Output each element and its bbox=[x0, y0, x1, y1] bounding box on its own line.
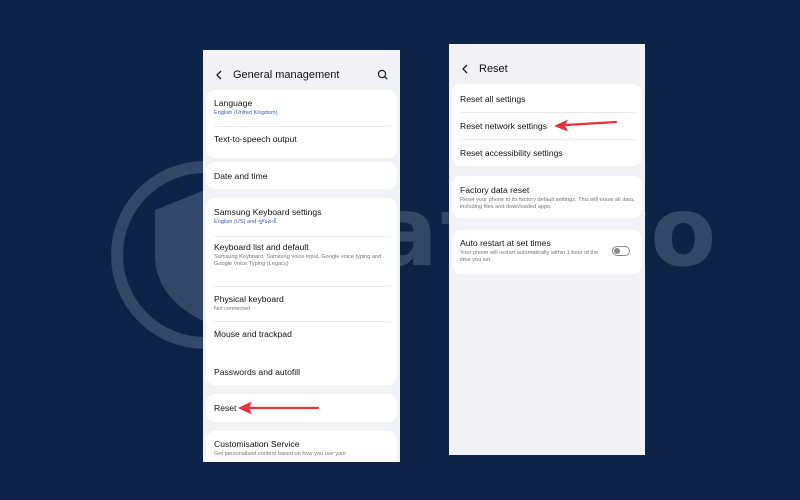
item-title: Factory data reset bbox=[460, 185, 530, 195]
back-button[interactable] bbox=[211, 65, 227, 85]
item-title: Samsung Keyboard settings bbox=[214, 207, 322, 217]
settings-group-2: Date and time bbox=[206, 162, 397, 189]
item-title: Text-to-speech output bbox=[214, 134, 297, 144]
auto-restart-group: Auto restart at set times Your phone wil… bbox=[452, 230, 642, 274]
item-title: Reset accessibility settings bbox=[460, 148, 563, 158]
search-button[interactable] bbox=[376, 68, 390, 82]
list-item-passwords-autofill[interactable]: Passwords and autofill bbox=[206, 367, 397, 377]
settings-group-6: Customisation Service Get personalised c… bbox=[206, 431, 397, 462]
divider bbox=[214, 286, 391, 287]
divider bbox=[214, 126, 391, 127]
list-item-date-time[interactable]: Date and time bbox=[206, 171, 397, 181]
item-title: Language bbox=[214, 98, 253, 108]
list-item-physical-keyboard[interactable]: Physical keyboard Not connected bbox=[206, 294, 397, 313]
settings-group-4: Passwords and autofill bbox=[206, 358, 397, 385]
factory-reset-group: Factory data reset Reset your phone to i… bbox=[452, 176, 642, 218]
item-title: Date and time bbox=[214, 171, 268, 181]
item-subtitle: Reset your phone to its factory default … bbox=[460, 197, 635, 210]
list-item-text-to-speech[interactable]: Text-to-speech output bbox=[206, 134, 397, 144]
item-subtitle: Your phone will restart automatically wi… bbox=[460, 250, 599, 263]
page-title: General management bbox=[233, 69, 340, 81]
item-subtitle: Not connected bbox=[214, 306, 251, 312]
back-arrow-icon bbox=[462, 64, 468, 74]
divider bbox=[460, 139, 636, 140]
item-title: Reset all settings bbox=[460, 94, 526, 104]
list-item-reset-all-settings[interactable]: Reset all settings bbox=[452, 94, 642, 104]
item-title: Passwords and autofill bbox=[214, 367, 300, 377]
item-title: Physical keyboard bbox=[214, 294, 284, 304]
red-arrow-annotation bbox=[238, 401, 320, 415]
red-arrow-annotation bbox=[554, 119, 618, 132]
list-item-keyboard-list[interactable]: Keyboard list and default Samsung Keyboa… bbox=[206, 242, 397, 268]
list-item-language[interactable]: Language English (United Kingdom) bbox=[206, 98, 397, 117]
item-subtitle: English (US) and ગુજરાતી bbox=[214, 219, 277, 225]
toggle-knob bbox=[614, 248, 620, 254]
list-item-factory-data-reset[interactable]: Factory data reset Reset your phone to i… bbox=[452, 185, 642, 211]
item-subtitle: English (United Kingdom) bbox=[214, 110, 278, 116]
back-button[interactable] bbox=[457, 59, 473, 79]
divider bbox=[214, 236, 391, 237]
item-title: Customisation Service bbox=[214, 439, 300, 449]
item-subtitle: Samsung Keyboard, Samsung voice input, G… bbox=[214, 254, 382, 267]
top-bar: Reset bbox=[449, 56, 645, 82]
list-item-mouse-trackpad[interactable]: Mouse and trackpad bbox=[206, 329, 397, 339]
settings-group-3: Samsung Keyboard settings English (US) a… bbox=[206, 198, 397, 378]
item-title: Keyboard list and default bbox=[214, 242, 309, 252]
list-item-samsung-keyboard[interactable]: Samsung Keyboard settings English (US) a… bbox=[206, 207, 397, 226]
search-icon bbox=[377, 69, 388, 80]
reset-screen: Reset Reset all settings Reset network s… bbox=[449, 44, 645, 455]
item-subtitle: Get personalised content based on how yo… bbox=[214, 451, 347, 457]
list-item-customisation-service[interactable]: Customisation Service Get personalised c… bbox=[206, 439, 397, 458]
divider bbox=[214, 321, 391, 322]
list-item-reset-accessibility-settings[interactable]: Reset accessibility settings bbox=[452, 148, 642, 158]
top-bar: General management bbox=[203, 62, 400, 88]
item-title: Mouse and trackpad bbox=[214, 329, 292, 339]
back-arrow-icon bbox=[216, 70, 222, 80]
page-title: Reset bbox=[479, 63, 508, 75]
auto-restart-toggle[interactable] bbox=[612, 246, 630, 256]
settings-group-1: Language English (United Kingdom) Text-t… bbox=[206, 90, 397, 158]
divider bbox=[460, 112, 636, 113]
